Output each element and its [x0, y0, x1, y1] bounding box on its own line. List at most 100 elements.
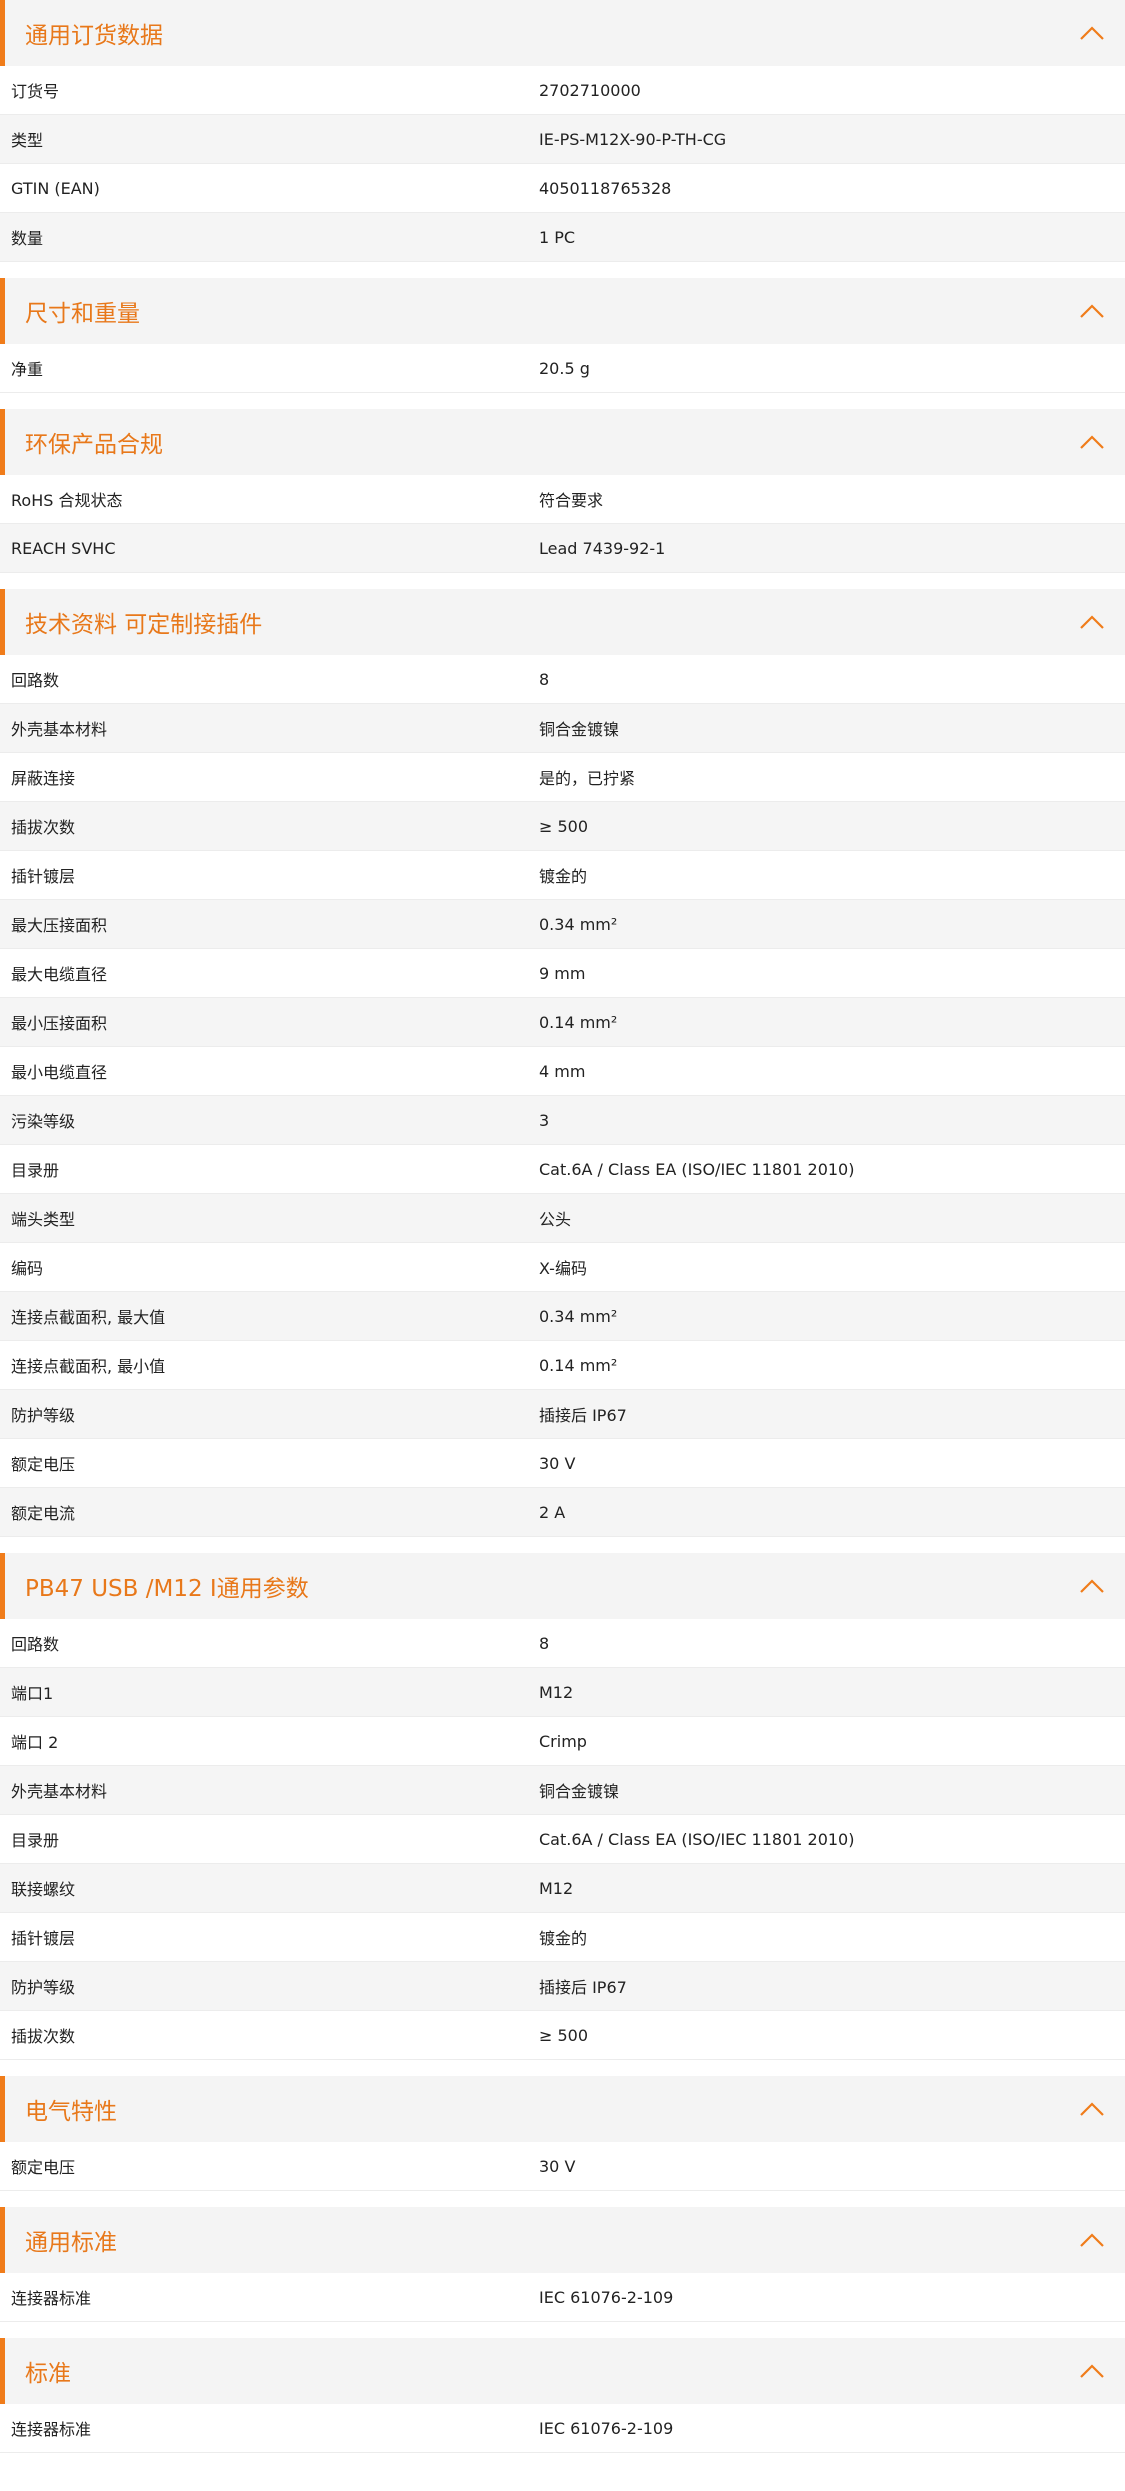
section-header[interactable]: 环保产品合规: [0, 409, 1125, 475]
row-value: IEC 61076-2-109: [539, 2287, 674, 2307]
row-label: 最大压接面积: [11, 916, 108, 935]
row-value: M12: [539, 1682, 574, 1702]
table-row: 净重 20.5 g: [0, 344, 1125, 393]
row-value: 2 A: [539, 1502, 566, 1522]
table-row: 编码 X-编码: [0, 1243, 1125, 1292]
chevron-up-icon[interactable]: [1077, 2099, 1107, 2119]
chevron-up-icon[interactable]: [1077, 432, 1107, 452]
row-label: 屏蔽连接: [11, 769, 76, 788]
row-label: 联接螺纹: [11, 1880, 76, 1899]
row-value: 是的，已拧紧: [539, 769, 636, 788]
table-row: REACH SVHC Lead 7439-92-1: [0, 524, 1125, 573]
section-header[interactable]: 尺寸和重量: [0, 278, 1125, 344]
row-label: 回路数: [11, 671, 60, 690]
section-title: 尺寸和重量: [25, 301, 140, 327]
chevron-up-icon[interactable]: [1077, 2361, 1107, 2381]
row-label: 净重: [11, 360, 44, 379]
table-row: 最小电缆直径 4 mm: [0, 1047, 1125, 1096]
row-value: M12: [539, 1878, 574, 1898]
row-label: RoHS 合规状态: [11, 491, 123, 510]
table-row: 外壳基本材料 铜合金镀镍: [0, 1766, 1125, 1815]
spec-page: 通用订货数据 订货号 2702710000 类型 IE-PS-M12X-90-P-T…: [0, 0, 1125, 2491]
table-row: 类型 IE-PS-M12X-90-P-TH-CG: [0, 115, 1125, 164]
section-title: 电气特性: [25, 2099, 117, 2125]
section-title: 通用订货数据: [25, 23, 163, 49]
section-header[interactable]: 技术资料 可定制接插件: [0, 589, 1125, 655]
table-row: 插拔次数 ≥ 500: [0, 802, 1125, 851]
section-environmental-compliance: 环保产品合规 RoHS 合规状态 符合要求 REACH SVHC Lead 7439…: [0, 409, 1125, 573]
row-label: 编码: [11, 1259, 44, 1278]
row-label: 端口 2: [11, 1733, 59, 1752]
section-header[interactable]: 电气特性: [0, 2076, 1125, 2142]
row-label: 订货号: [11, 82, 60, 101]
row-value: 0.14 mm²: [539, 1012, 618, 1032]
chevron-up-icon[interactable]: [1077, 23, 1107, 43]
section-header[interactable]: 标准: [0, 2338, 1125, 2404]
row-value: 30 V: [539, 2156, 576, 2176]
row-label: 外壳基本材料: [11, 1782, 108, 1801]
row-value: 3: [539, 1110, 550, 1130]
row-label: 外壳基本材料: [11, 720, 108, 739]
section-header[interactable]: 通用订货数据: [0, 0, 1125, 66]
row-label: 类型: [11, 131, 44, 150]
section-electrical-characteristics: 电气特性 额定电压 30 V: [0, 2076, 1125, 2191]
row-value: 插接后 IP67: [539, 1978, 627, 1997]
row-label: 额定电压: [11, 1455, 76, 1474]
table-row: 连接器标准 IEC 61076-2-109: [0, 2273, 1125, 2322]
table-row: 连接器标准 IEC 61076-2-109: [0, 2404, 1125, 2453]
table-row: 数量 1 PC: [0, 213, 1125, 262]
row-value: 公头: [539, 1210, 572, 1229]
table-row: 端口1 M12: [0, 1668, 1125, 1717]
section-title: 通用标准: [25, 2230, 117, 2256]
row-value: 0.34 mm²: [539, 1306, 618, 1326]
row-label: 最小电缆直径: [11, 1063, 108, 1082]
chevron-up-icon[interactable]: [1077, 2230, 1107, 2250]
section-general-order-data: 通用订货数据 订货号 2702710000 类型 IE-PS-M12X-90-P-T…: [0, 0, 1125, 262]
row-value: 8: [539, 1633, 550, 1653]
row-label: 插针镀层: [11, 1929, 76, 1948]
row-label: 连接器标准: [11, 2289, 92, 2308]
row-label: 额定电压: [11, 2158, 76, 2177]
section-pb47-general-params: PB47 USB /M12 I通用参数 回路数 8 端口1 M12 端口 2 Crim…: [0, 1553, 1125, 2060]
row-label: 防护等级: [11, 1978, 76, 1997]
row-label: 回路数: [11, 1635, 60, 1654]
table-row: 目录册 Cat.6A / Class EA (ISO/IEC 11801 2010…: [0, 1815, 1125, 1864]
row-value: IE-PS-M12X-90-P-TH-CG: [539, 129, 727, 149]
section-header[interactable]: 通用标准: [0, 2207, 1125, 2273]
row-label: 目录册: [11, 1161, 60, 1180]
row-value: 符合要求: [539, 491, 604, 510]
row-label: 防护等级: [11, 1406, 76, 1425]
row-label: 最大电缆直径: [11, 965, 108, 984]
chevron-up-icon[interactable]: [1077, 612, 1107, 632]
table-row: 插拔次数 ≥ 500: [0, 2011, 1125, 2060]
row-value: 30 V: [539, 1453, 576, 1473]
section-dimensions-weight: 尺寸和重量 净重 20.5 g: [0, 278, 1125, 393]
row-value: 镀金的: [539, 867, 588, 886]
row-label: 插拔次数: [11, 2027, 76, 2046]
row-value: Cat.6A / Class EA (ISO/IEC 11801 2010): [539, 1159, 855, 1179]
row-label: 插针镀层: [11, 867, 76, 886]
table-row: 端口 2 Crimp: [0, 1717, 1125, 1766]
row-label: 连接点截面积, 最大值: [11, 1308, 166, 1327]
row-label: 数量: [11, 229, 44, 248]
row-label: 连接器标准: [11, 2420, 92, 2439]
chevron-up-icon[interactable]: [1077, 301, 1107, 321]
table-row: 联接螺纹 M12: [0, 1864, 1125, 1913]
section-header[interactable]: PB47 USB /M12 I通用参数: [0, 1553, 1125, 1619]
table-row: 连接点截面积, 最小值 0.14 mm²: [0, 1341, 1125, 1390]
row-value: 镀金的: [539, 1929, 588, 1948]
row-label: 连接点截面积, 最小值: [11, 1357, 166, 1376]
row-value: 4 mm: [539, 1061, 586, 1081]
table-row: 污染等级 3: [0, 1096, 1125, 1145]
row-value: Crimp: [539, 1731, 587, 1751]
row-value: 铜合金镀镍: [539, 1782, 620, 1801]
chevron-up-icon[interactable]: [1077, 1576, 1107, 1596]
row-label: 最小压接面积: [11, 1014, 108, 1033]
row-value: 4050118765328: [539, 178, 672, 198]
row-label: GTIN (EAN): [11, 178, 100, 198]
row-value: 2702710000: [539, 80, 641, 100]
table-row: 额定电压 30 V: [0, 1439, 1125, 1488]
table-row: 最小压接面积 0.14 mm²: [0, 998, 1125, 1047]
row-label: 端口1: [11, 1684, 54, 1703]
table-row: 最大压接面积 0.34 mm²: [0, 900, 1125, 949]
